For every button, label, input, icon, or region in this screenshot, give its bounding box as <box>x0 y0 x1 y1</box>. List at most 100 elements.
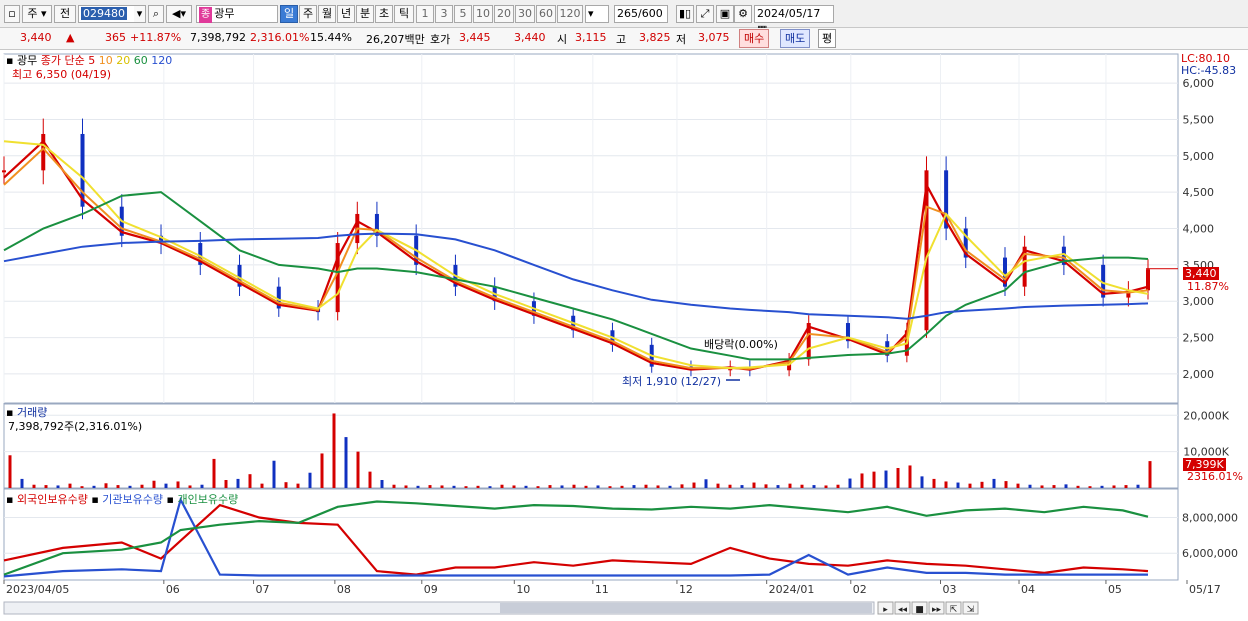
volume-bar[interactable] <box>716 483 720 488</box>
volume-bar[interactable] <box>596 485 600 488</box>
volume-bar[interactable] <box>932 478 936 488</box>
panel-menu-icon[interactable]: ▪ <box>91 493 98 506</box>
period-tick[interactable]: 틱 <box>394 5 414 23</box>
code-dropdown-icon[interactable]: ▾ <box>134 5 146 23</box>
stock-name-field[interactable]: 종 광무 <box>196 5 278 23</box>
volume-bar[interactable] <box>416 485 420 488</box>
volume-bar[interactable] <box>800 484 804 488</box>
stock-chart[interactable]: 2,0002,5003,0003,5004,0004,5005,0005,500… <box>0 50 1248 621</box>
volume-bar[interactable] <box>884 470 888 488</box>
volume-bar[interactable] <box>164 483 168 488</box>
volume-bar[interactable] <box>152 480 156 488</box>
volume-bar[interactable] <box>476 485 480 488</box>
volume-bar[interactable] <box>224 480 228 488</box>
volume-bar[interactable] <box>20 478 24 488</box>
interval-20[interactable]: 20 <box>494 5 514 23</box>
search-icon[interactable]: ⌕ <box>148 5 164 23</box>
volume-bar[interactable] <box>116 485 120 488</box>
volume-bar[interactable] <box>896 468 900 488</box>
volume-bar[interactable] <box>92 485 96 488</box>
volume-bar[interactable] <box>32 484 36 488</box>
date-input[interactable]: 2024/05/17 ▦ <box>754 5 834 36</box>
volume-bar[interactable] <box>248 474 252 488</box>
buy-button[interactable]: 매수 <box>739 29 770 48</box>
volume-bar[interactable] <box>452 485 456 488</box>
volume-bar[interactable] <box>1100 485 1104 488</box>
candle-body[interactable] <box>41 133 46 171</box>
volume-bar[interactable] <box>512 485 516 488</box>
volume-bar[interactable] <box>776 485 780 488</box>
volume-bar[interactable] <box>836 484 840 488</box>
volume-bar[interactable] <box>848 478 852 488</box>
period-minute[interactable]: 분 <box>356 5 374 23</box>
volume-bar[interactable] <box>320 453 324 488</box>
volume-bar[interactable] <box>464 486 468 488</box>
volume-bar[interactable] <box>500 484 504 488</box>
volume-bar[interactable] <box>872 471 876 488</box>
volume-bar[interactable] <box>1076 485 1080 488</box>
volume-bar[interactable] <box>1004 481 1008 488</box>
window-icon[interactable]: ▫ <box>4 5 20 23</box>
volume-bar[interactable] <box>1064 484 1068 488</box>
candle-type-icon[interactable]: ▮▯ <box>676 5 694 23</box>
sound-icon[interactable]: ◀▾ <box>166 5 192 23</box>
volume-bar[interactable] <box>788 483 792 488</box>
volume-bar[interactable] <box>704 479 708 488</box>
volume-bar[interactable] <box>992 478 996 488</box>
volume-bar[interactable] <box>176 481 180 488</box>
interval-3[interactable]: 3 <box>435 5 453 23</box>
period-month[interactable]: 월 <box>318 5 336 23</box>
period-second[interactable]: 초 <box>375 5 393 23</box>
volume-bar[interactable] <box>920 476 924 488</box>
volume-bar[interactable] <box>404 485 408 488</box>
volume-bar[interactable] <box>380 480 384 488</box>
volume-bar[interactable] <box>1052 485 1056 488</box>
volume-bar[interactable] <box>824 485 828 488</box>
volume-bar[interactable] <box>656 485 660 488</box>
volume-bar[interactable] <box>740 485 744 488</box>
volume-bar[interactable] <box>80 486 84 488</box>
panel-menu-icon[interactable]: ▪ <box>6 493 13 506</box>
volume-bar[interactable] <box>812 485 816 488</box>
interval-120[interactable]: 120 <box>557 5 583 23</box>
volume-bar[interactable] <box>1136 484 1140 488</box>
volume-bar[interactable] <box>104 483 108 488</box>
volume-bar[interactable] <box>68 483 72 488</box>
panel-menu-icon[interactable]: ▪ <box>167 493 174 506</box>
volume-bar[interactable] <box>956 482 960 488</box>
volume-bar[interactable] <box>1148 461 1152 488</box>
play-icon[interactable]: ▸ <box>883 605 888 615</box>
volume-bar[interactable] <box>968 483 972 488</box>
volume-bar[interactable] <box>668 485 672 488</box>
volume-bar[interactable] <box>272 460 276 488</box>
price-pane[interactable]: 2,0002,5003,0003,5004,0004,5005,0005,500… <box>2 53 1214 404</box>
volume-bar[interactable] <box>260 483 264 488</box>
volume-bar[interactable] <box>680 484 684 488</box>
interval-custom-input[interactable]: ▾ <box>585 5 609 23</box>
volume-bar[interactable] <box>944 481 948 488</box>
volume-bar[interactable] <box>1124 485 1128 488</box>
volume-bar[interactable] <box>908 465 912 488</box>
volume-bar[interactable] <box>44 485 48 488</box>
sell-button[interactable]: 매도 <box>780 29 811 48</box>
volume-bar[interactable] <box>440 485 444 488</box>
volume-bar[interactable] <box>8 455 12 488</box>
volume-bar[interactable] <box>1028 484 1032 488</box>
volume-bar[interactable] <box>524 485 528 488</box>
interval-5[interactable]: 5 <box>454 5 472 23</box>
zoom-out-icon[interactable]: ⇲ <box>967 605 975 615</box>
volume-bar[interactable] <box>200 484 204 488</box>
volume-bar[interactable] <box>980 481 984 488</box>
save-icon[interactable]: ▣ <box>716 5 734 23</box>
count-input[interactable]: 265/600 <box>614 5 668 23</box>
chart-scrollbar[interactable]: ▸ ◂◂ ■ ▸▸ ⇱ ⇲ <box>3 601 979 615</box>
interval-30[interactable]: 30 <box>515 5 535 23</box>
period-week[interactable]: 주 <box>299 5 317 23</box>
stop-icon[interactable]: ■ <box>915 605 924 615</box>
volume-bar[interactable] <box>620 485 624 488</box>
volume-pane[interactable]: 10,000K 20,000K <box>3 403 1230 489</box>
volume-bar[interactable] <box>332 413 336 488</box>
volume-bar[interactable] <box>1088 486 1092 488</box>
rewind-icon[interactable]: ◂◂ <box>898 605 908 615</box>
interval-10[interactable]: 10 <box>473 5 493 23</box>
